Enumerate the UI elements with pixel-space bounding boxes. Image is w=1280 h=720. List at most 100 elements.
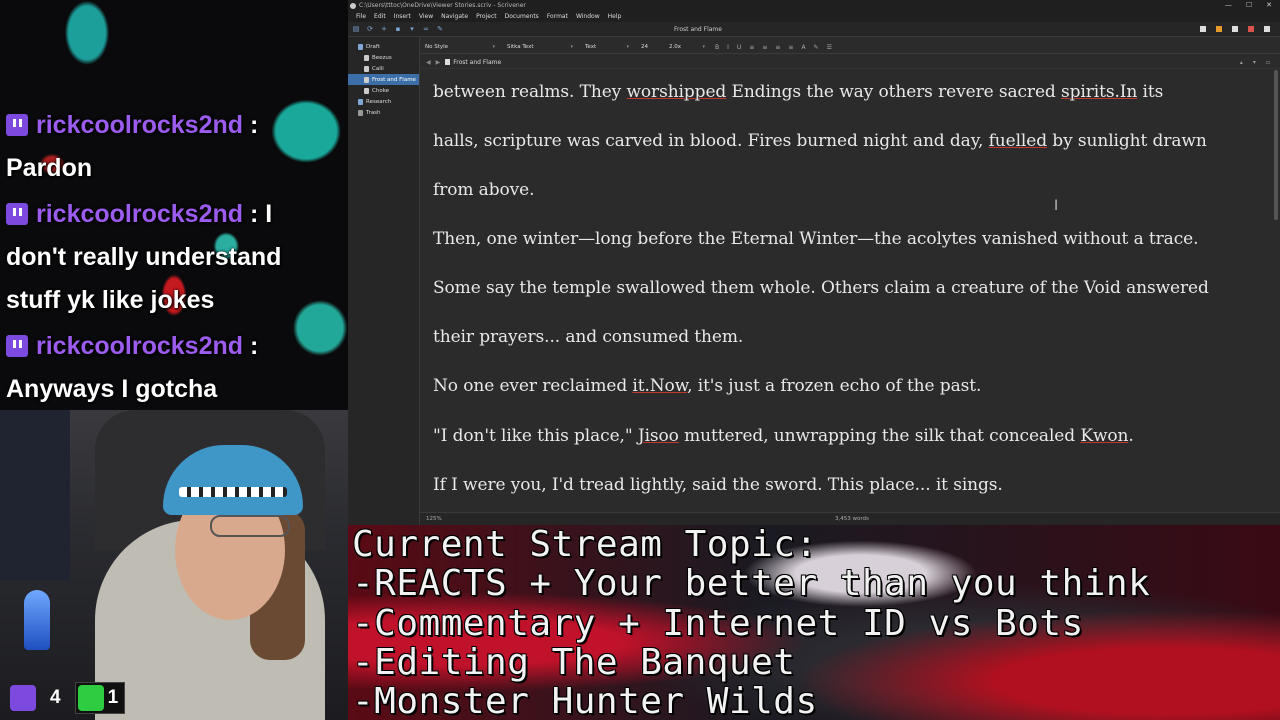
font-face-select[interactable]: Text ▾ (583, 44, 631, 50)
align-right-icon[interactable]: ≡ (775, 44, 780, 51)
back-icon[interactable]: ◀ (426, 59, 431, 66)
toolbar-view-modes (1200, 26, 1270, 32)
add-icon[interactable]: + (380, 25, 388, 33)
editor-line: If I were you, I'd tread lightly, said t… (433, 475, 1003, 495)
chat-username: rickcoolrocks2nd (36, 111, 244, 139)
editor-line: "I don't like this place," Jisoo muttere… (433, 426, 1134, 446)
close-icon[interactable]: ✕ (1266, 1, 1272, 9)
folder-icon[interactable]: ▪ (394, 25, 402, 33)
editor-line: their prayers... and consumed them. (433, 327, 744, 347)
binder-item-research[interactable]: Research (348, 96, 419, 107)
editor-line: from above. (433, 180, 535, 200)
title-bar: C:\Users\tttoc\OneDrive\Viewer Stories.s… (348, 0, 1280, 11)
trash-icon (358, 109, 363, 116)
twitch-badge-icon (6, 335, 28, 357)
font-size-select[interactable]: 24 (639, 44, 659, 50)
split-view-icon[interactable]: ▫ (1266, 59, 1270, 66)
topic-heading: Current Stream Topic: (352, 525, 818, 565)
menu-project[interactable]: Project (472, 13, 501, 20)
chevron-down-icon: ▾ (492, 44, 495, 50)
underline-icon[interactable]: U (737, 44, 741, 51)
style-select[interactable]: No Style ▾ (423, 44, 497, 50)
editor-line: halls, scripture was carved in blood. Fi… (433, 131, 1207, 151)
link-icon[interactable]: ∞ (422, 25, 430, 33)
text-color-icon[interactable]: A (801, 44, 805, 51)
binder-item-calli[interactable]: Calli (348, 63, 419, 74)
sync-icon[interactable]: ⟳ (366, 25, 374, 33)
binder-toggle-icon[interactable]: ▤ (352, 25, 360, 33)
shelf (0, 410, 70, 580)
document-icon (445, 59, 451, 65)
toolbar-document-title: Frost and Flame (674, 25, 722, 33)
scrivener-window: C:\Users\tttoc\OneDrive\Viewer Stories.s… (348, 0, 1280, 525)
menu-help[interactable]: Help (604, 13, 626, 20)
compose-icon[interactable]: ✎ (436, 25, 444, 33)
highlight-icon[interactable]: ✎ (814, 44, 819, 51)
down-arrow-icon[interactable]: ▾ (1253, 59, 1256, 66)
binder-item-trash[interactable]: Trash (348, 107, 419, 118)
editor-line: between realms. They worshipped Endings … (433, 82, 1164, 102)
align-left-icon[interactable]: ≡ (749, 44, 754, 51)
scrivenings-view-icon[interactable] (1200, 26, 1206, 32)
outline-view-icon[interactable] (1232, 26, 1238, 32)
menu-format[interactable]: Format (543, 13, 572, 20)
binder-item-beezus[interactable]: Beezus (348, 52, 419, 63)
editor-footer: 125% 3,453 words (420, 512, 1280, 525)
document-icon (364, 76, 369, 83)
maximize-icon[interactable]: ☐ (1246, 1, 1252, 9)
header-actions: ▴ ▾ ▫ (1240, 59, 1270, 66)
chat-message: rickcoolrocks2nd : Pardon (6, 111, 259, 182)
chevron-down-icon: ▾ (570, 44, 573, 50)
chat-text: don't really understand stuff yk like jo… (6, 243, 282, 314)
chat-text: Pardon (6, 154, 93, 182)
kick-viewers: 1 (74, 682, 126, 714)
binder-item-frost-and-flame[interactable]: Frost and Flame (348, 74, 419, 85)
chevron-down-icon: ▾ (702, 44, 705, 50)
align-center-icon[interactable]: ≡ (762, 44, 767, 51)
stream-topic-banner: Current Stream Topic: -REACTS + Your bet… (348, 525, 1280, 720)
scrollbar-thumb[interactable] (1274, 70, 1278, 220)
corkboard-view-icon[interactable] (1216, 26, 1222, 32)
chat-text: Anyways I gotcha (6, 375, 218, 403)
menu-window[interactable]: Window (572, 13, 604, 20)
editor-line: Then, one winter—long before the Eternal… (433, 229, 1199, 249)
forward-icon[interactable]: ▶ (436, 59, 441, 66)
main-toolbar: ▤ ⟳ + ▪ ▾ ∞ ✎ Frost and Flame (348, 22, 1280, 37)
italic-icon[interactable]: I (727, 44, 729, 51)
document-icon (364, 87, 369, 94)
bookmark-icon[interactable] (1248, 26, 1254, 32)
editor-line: No one ever reclaimed it.Now, it's just … (433, 376, 982, 396)
editor-text-area[interactable]: between realms. They worshipped Endings … (420, 70, 1272, 512)
lava-lamp (24, 590, 50, 650)
menu-navigate[interactable]: Navigate (437, 13, 472, 20)
minimize-icon[interactable]: — (1225, 1, 1232, 9)
twitch-icon (10, 685, 36, 711)
chevron-down-icon: ▾ (626, 44, 629, 50)
inspector-icon[interactable] (1264, 26, 1270, 32)
folder-icon (358, 43, 363, 50)
menu-view[interactable]: View (415, 13, 437, 20)
up-arrow-icon[interactable]: ▴ (1240, 59, 1243, 66)
binder-item-draft[interactable]: Draft (348, 41, 419, 52)
editor-scrollbar[interactable] (1272, 70, 1280, 512)
chat-username: rickcoolrocks2nd (36, 200, 244, 228)
menu-edit[interactable]: Edit (370, 13, 390, 20)
window-controls: — ☐ ✕ (1225, 1, 1272, 9)
binder-item-choke[interactable]: Choke (348, 85, 419, 96)
trash-icon[interactable]: ▾ (408, 25, 416, 33)
topic-item: -Editing The Banquet (352, 642, 796, 683)
justify-icon[interactable]: ≡ (788, 44, 793, 51)
zoom-level[interactable]: 125% (426, 516, 442, 522)
font-select[interactable]: Sitka Text ▾ (505, 44, 575, 50)
chat-message: rickcoolrocks2nd : Anyways I gotcha (6, 332, 259, 403)
menu-file[interactable]: File (352, 13, 370, 20)
bold-icon[interactable]: B (715, 44, 719, 51)
line-spacing-select[interactable]: 2.0x ▾ (667, 44, 707, 50)
list-icon[interactable]: ☰ (827, 44, 832, 51)
editor-line: Some say the temple swallowed them whole… (433, 278, 1209, 298)
editor-document-title: Frost and Flame (445, 59, 501, 66)
menu-documents[interactable]: Documents (501, 13, 543, 20)
menu-insert[interactable]: Insert (390, 13, 415, 20)
chat-username: rickcoolrocks2nd (36, 332, 244, 360)
chat-message: rickcoolrocks2nd : I don't really unders… (6, 200, 282, 314)
